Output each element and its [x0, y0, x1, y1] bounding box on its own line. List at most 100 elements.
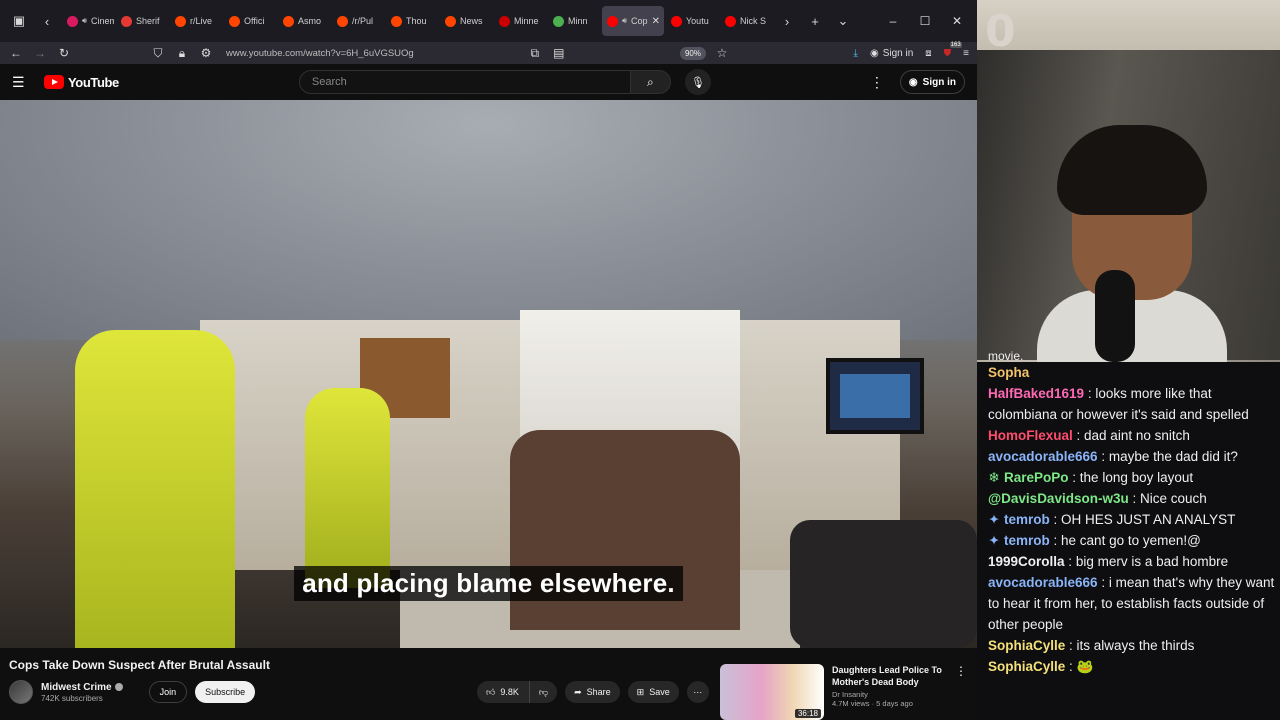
channel-meta: Midwest Crime 742K subscribers — [41, 682, 123, 703]
scroll-tabs-right-icon[interactable]: › — [774, 8, 800, 34]
tab-audio-icon[interactable]: 🔊︎ — [82, 16, 87, 26]
youtube-sign-in-button[interactable]: ◉ Sign in — [899, 70, 965, 94]
permissions-icon[interactable]: ⚙ — [198, 46, 214, 60]
chat-message: avocadorable666 : i mean that's why they… — [988, 572, 1280, 635]
reload-icon[interactable]: ↻ — [56, 46, 72, 60]
browser-tab[interactable]: Offici — [224, 6, 276, 36]
youtube-logo[interactable]: YouTube — [44, 75, 119, 90]
settings-menu-icon[interactable]: ⋮ — [870, 74, 884, 91]
channel-row: Midwest Crime 742K subscribers Join Subs… — [9, 680, 256, 704]
chat-username[interactable]: avocadorable666 — [988, 575, 1098, 590]
close-window-icon[interactable]: ✕ — [943, 14, 971, 28]
chat-username[interactable]: temrob — [1004, 533, 1050, 548]
chat-separator: : — [1128, 491, 1140, 506]
extensions-icon[interactable]: ⧈ — [925, 48, 931, 59]
chat-username[interactable]: SophiaCylle — [988, 659, 1065, 674]
tab-overview-icon[interactable]: ▣ — [6, 8, 32, 34]
channel-avatar[interactable] — [9, 680, 33, 704]
chat-message: HomoFlexual : dad aint no snitch — [988, 425, 1280, 446]
voice-search-button[interactable]: 🎙︎ — [684, 69, 711, 95]
new-tab-icon[interactable]: + — [802, 8, 828, 34]
search-button[interactable]: ⌕ — [630, 70, 671, 94]
chat-username[interactable]: SophiaCylle — [988, 638, 1065, 653]
chat-username[interactable]: Sopha — [988, 365, 1029, 380]
tab-label: r/Live — [190, 16, 213, 26]
tab-label: News — [460, 16, 483, 26]
browser-tab[interactable]: Minn — [548, 6, 600, 36]
youtube-play-icon — [44, 75, 64, 89]
video-frame-officer — [305, 388, 390, 588]
microphone-icon — [1095, 270, 1135, 362]
recommended-menu-icon[interactable]: ⋮ — [955, 664, 967, 678]
scroll-tabs-left-icon[interactable]: ‹ — [34, 8, 60, 34]
subscribe-button[interactable]: Subscribe — [195, 681, 256, 703]
chat-username[interactable]: avocadorable666 — [988, 449, 1098, 464]
chat-username[interactable]: @DavisDavidson-w3u — [988, 491, 1129, 506]
forward-icon[interactable]: → — [32, 46, 48, 60]
tab-label: Thou — [406, 16, 427, 26]
url-text[interactable]: www.youtube.com/watch?v=6H_6uVGSUOg — [226, 48, 414, 59]
recommended-video[interactable]: 36:18 Daughters Lead Police To Mother's … — [720, 664, 975, 720]
recommended-channel[interactable]: Dr Insanity — [832, 690, 950, 699]
recommended-title[interactable]: Daughters Lead Police To Mother's Dead B… — [832, 664, 950, 688]
picture-in-picture-icon[interactable]: ⧉ — [527, 46, 543, 61]
browser-tab[interactable]: Youtu — [666, 6, 718, 36]
chat-username[interactable]: HomoFlexual — [988, 428, 1073, 443]
browser-tab[interactable]: 🔊︎ Cinem — [62, 6, 114, 36]
tab-favicon-icon — [725, 15, 736, 27]
chat-username[interactable]: HalfBaked1619 — [988, 386, 1084, 401]
guide-menu-icon[interactable]: ☰ — [12, 74, 28, 91]
address-bar[interactable]: ⛉ 🔒︎ ⚙ www.youtube.com/watch?v=6H_6uVGSU… — [150, 43, 730, 63]
browser-tab[interactable]: Thou — [386, 6, 438, 36]
app-menu-icon[interactable]: ≡ — [963, 48, 969, 59]
search-input[interactable] — [298, 70, 631, 94]
tab-label: Sherif — [136, 16, 160, 26]
save-button[interactable]: ⊞ Save — [627, 681, 679, 703]
like-button[interactable]: 👍︎ 9.8K — [477, 681, 529, 703]
chat-message: Sopha — [988, 362, 1280, 383]
chat-separator: : — [1097, 575, 1109, 590]
chat-text: OH HES JUST AN ANALYST — [1061, 512, 1236, 527]
shield-icon[interactable]: ⛉ — [150, 46, 166, 61]
zoom-level[interactable]: 90% — [679, 46, 706, 60]
share-button[interactable]: ➦ Share — [565, 681, 620, 703]
maximize-icon[interactable]: ☐ — [911, 14, 939, 28]
tab-favicon-icon — [391, 15, 402, 27]
browser-tab[interactable]: Sherif — [116, 6, 168, 36]
chat-separator: : — [1084, 386, 1096, 401]
video-frame-tv — [826, 358, 924, 434]
chat-text: dad aint no snitch — [1084, 428, 1190, 443]
browser-tab[interactable]: News — [440, 6, 492, 36]
tab-audio-icon[interactable]: 🔊︎ — [622, 16, 627, 26]
browser-tab[interactable]: Nick S — [720, 6, 772, 36]
chat-username[interactable]: temrob — [1004, 512, 1050, 527]
join-button[interactable]: Join — [148, 681, 188, 703]
video-frame-ceiling — [0, 100, 977, 340]
list-all-tabs-icon[interactable]: ⌄ — [830, 8, 856, 34]
browser-tab[interactable]: Minne — [494, 6, 546, 36]
dislike-button[interactable]: 👎︎ — [528, 681, 558, 703]
recommended-thumbnail[interactable]: 36:18 — [720, 664, 824, 720]
downloads-icon[interactable]: ⤓ — [854, 48, 858, 59]
browser-tab[interactable]: 🔊︎ Cop ✕ — [602, 6, 664, 36]
account-button[interactable]: ◉ Sign in — [870, 48, 913, 59]
tab-favicon-icon — [175, 15, 186, 27]
more-actions-button[interactable]: ⋯ — [686, 681, 709, 703]
browser-tab[interactable]: /r/Pul — [332, 6, 384, 36]
channel-name-row[interactable]: Midwest Crime — [41, 682, 123, 693]
minimize-icon[interactable]: – — [879, 14, 907, 28]
bookmark-star-icon[interactable]: ☆ — [714, 46, 730, 60]
tab-close-icon[interactable]: ✕ — [652, 16, 660, 27]
chat-username[interactable]: 1999Corolla — [988, 554, 1065, 569]
tab-label: Minn — [568, 16, 588, 26]
chat-separator: : — [1097, 449, 1109, 464]
channel-name[interactable]: Midwest Crime — [41, 682, 112, 693]
reader-view-icon[interactable]: ▤ — [551, 46, 567, 60]
video-player[interactable]: and placing blame elsewhere. — [0, 100, 977, 648]
browser-tab[interactable]: Asmo — [278, 6, 330, 36]
chat-username[interactable]: RarePoPo — [1004, 470, 1069, 485]
lock-icon[interactable]: 🔒︎ — [174, 46, 190, 61]
ublock-icon[interactable]: ⛊ 163 — [944, 41, 962, 59]
back-icon[interactable]: ← — [8, 46, 24, 60]
browser-tab[interactable]: r/Live — [170, 6, 222, 36]
